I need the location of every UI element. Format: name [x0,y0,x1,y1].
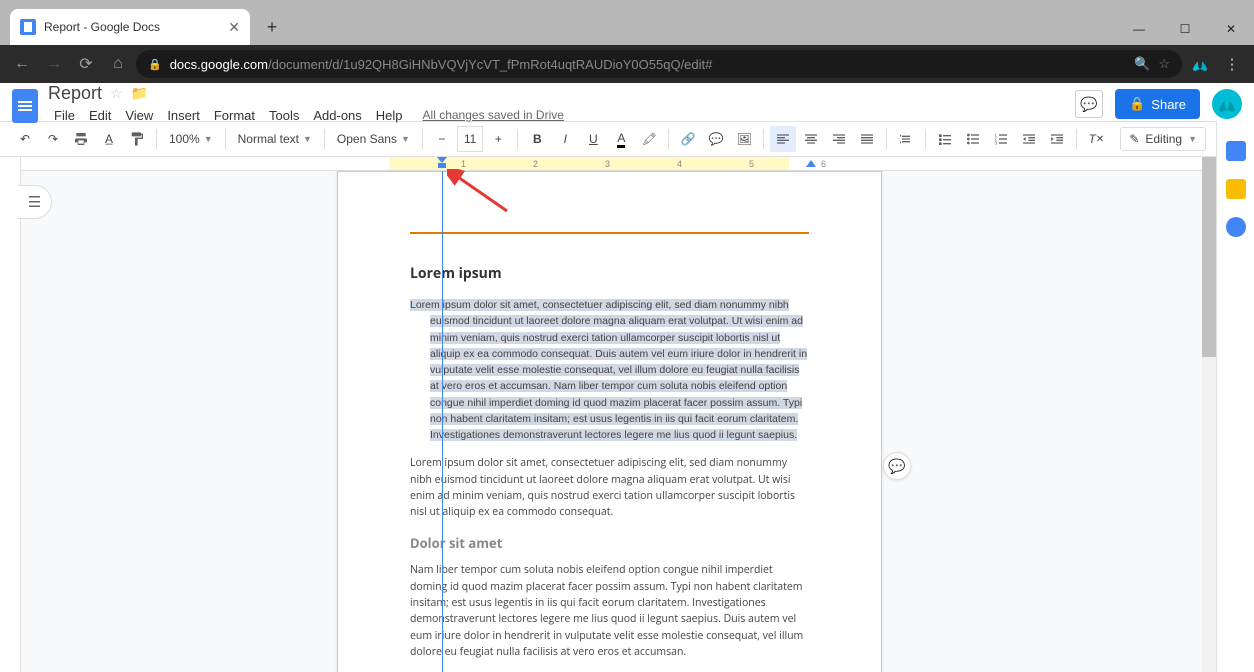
pencil-icon: ✎ [1129,132,1139,146]
title-rule [410,232,809,234]
lock-icon: 🔒 [148,58,162,71]
number-list-button[interactable]: 123 [988,126,1014,152]
minimize-button[interactable]: — [1116,13,1162,45]
indent-guideline [442,171,443,672]
tasks-icon[interactable] [1226,217,1246,237]
menu-bar: File Edit View Insert Format Tools Add-o… [48,105,570,126]
heading-1[interactable]: Lorem ipsum [410,264,809,283]
underline-button[interactable]: U [580,126,606,152]
bookmark-star-icon[interactable]: ☆ [1158,56,1170,72]
url-path: /document/d/1u92QH8GiHNbVQVjYcVT_fPmRot4… [268,57,712,72]
menu-addons[interactable]: Add-ons [307,105,367,126]
close-window-button[interactable]: ✕ [1208,13,1254,45]
align-right-button[interactable] [826,126,852,152]
comments-button[interactable]: 💬 [1075,90,1103,118]
star-icon[interactable]: ☆ [110,85,123,102]
font-size-dec[interactable]: − [429,126,455,152]
text-color-button[interactable]: A [608,126,634,152]
zoom-page-icon[interactable]: 🔍 [1134,56,1150,72]
redo-button[interactable]: ↷ [40,126,66,152]
calendar-icon[interactable] [1226,141,1246,161]
paragraph-1[interactable]: Lorem ipsum dolor sit amet, consectetuer… [410,297,809,443]
paragraph-3[interactable]: Nam liber tempor cum soluta nobis eleife… [410,562,809,660]
font-size-inc[interactable]: + [485,126,511,152]
heading-2[interactable]: Dolor sit amet [410,534,809,552]
undo-button[interactable]: ↶ [12,126,38,152]
svg-text:3: 3 [995,140,998,145]
style-dropdown[interactable]: Normal text▼ [232,126,318,152]
annotation-arrow [447,169,517,219]
browser-tab[interactable]: Report - Google Docs ✕ [10,9,250,45]
menu-edit[interactable]: Edit [83,105,117,126]
workspace: ☰ 1 2 3 4 5 6 0.81 Lorem ipsum Lorem ips… [0,157,1216,672]
align-center-button[interactable] [798,126,824,152]
url-host: docs.google.com [170,57,268,72]
reload-button[interactable]: ⟳ [72,50,100,78]
checklist-button[interactable] [932,126,958,152]
menu-insert[interactable]: Insert [161,105,206,126]
side-panel [1216,121,1254,672]
insert-link-button[interactable]: 🔗 [675,126,701,152]
line-spacing-button[interactable] [893,126,919,152]
account-avatar[interactable] [1212,89,1242,119]
insert-comment-button[interactable]: 💬 [703,126,729,152]
canvas: 1 2 3 4 5 6 0.81 Lorem ipsum Lorem ipsum… [21,157,1216,672]
window-controls: — ☐ ✕ [1116,13,1254,45]
move-folder-icon[interactable]: 📁 [131,85,148,102]
menu-file[interactable]: File [48,105,81,126]
hanging-indent-marker[interactable]: 0.81 [437,157,447,170]
doc-title[interactable]: Report [48,83,102,104]
paint-format-button[interactable] [124,126,150,152]
align-left-button[interactable] [770,126,796,152]
print-button[interactable] [68,126,94,152]
lock-share-icon: 🔒 [1129,96,1145,112]
tab-title: Report - Google Docs [44,20,160,34]
docs-logo[interactable] [12,89,38,123]
menu-view[interactable]: View [119,105,159,126]
font-dropdown[interactable]: Open Sans▼ [331,126,416,152]
right-indent-marker[interactable] [806,160,816,167]
browser-menu-icon[interactable]: ⋮ [1218,50,1246,78]
align-justify-button[interactable] [854,126,880,152]
font-size-input[interactable]: 11 [457,126,483,152]
tab-close-icon[interactable]: ✕ [228,19,240,36]
forward-button[interactable]: → [40,50,68,78]
vertical-ruler[interactable] [0,157,21,672]
back-button[interactable]: ← [8,50,36,78]
menu-tools[interactable]: Tools [263,105,305,126]
clear-format-button[interactable]: T✕ [1083,126,1109,152]
docs-favicon [20,19,36,35]
highlight-button[interactable]: 🖍 [636,126,662,152]
new-tab-button[interactable]: + [258,13,286,41]
horizontal-ruler[interactable]: 1 2 3 4 5 6 0.81 [21,157,1216,171]
browser-tabstrip: Report - Google Docs ✕ + — ☐ ✕ [0,0,1254,45]
paragraph-2[interactable]: Lorem ipsum dolor sit amet, consectetuer… [410,455,809,520]
menu-help[interactable]: Help [370,105,409,126]
keep-icon[interactable] [1226,179,1246,199]
scrollbar[interactable] [1202,157,1216,672]
docs-header: Report ☆ 📁 File Edit View Insert Format … [0,83,1254,121]
format-toolbar: ↶ ↷ A̲ 100%▼ Normal text▼ Open Sans▼ − 1… [0,121,1254,157]
bold-button[interactable]: B [524,126,550,152]
browser-nav-bar: ← → ⟳ ⌂ 🔒 docs.google.com/document/d/1u9… [0,45,1254,83]
italic-button[interactable]: I [552,126,578,152]
insert-image-button[interactable]: 🖼 [731,126,757,152]
address-bar[interactable]: 🔒 docs.google.com/document/d/1u92QH8GiHN… [136,50,1182,78]
zoom-dropdown[interactable]: 100%▼ [163,126,219,152]
add-comment-button[interactable]: 💬 [883,452,911,480]
indent-dec-button[interactable] [1016,126,1042,152]
maximize-button[interactable]: ☐ [1162,13,1208,45]
spellcheck-button[interactable]: A̲ [96,126,122,152]
save-status[interactable]: All changes saved in Drive [417,105,570,125]
home-button[interactable]: ⌂ [104,50,132,78]
scrollbar-thumb[interactable] [1202,157,1216,357]
document-page[interactable]: Lorem ipsum Lorem ipsum dolor sit amet, … [337,171,882,672]
profile-icon[interactable] [1186,50,1214,78]
bullet-list-button[interactable] [960,126,986,152]
menu-format[interactable]: Format [208,105,261,126]
share-button[interactable]: 🔒 Share [1115,89,1200,119]
indent-inc-button[interactable] [1044,126,1070,152]
mode-dropdown[interactable]: ✎ Editing ▼ [1120,127,1206,151]
